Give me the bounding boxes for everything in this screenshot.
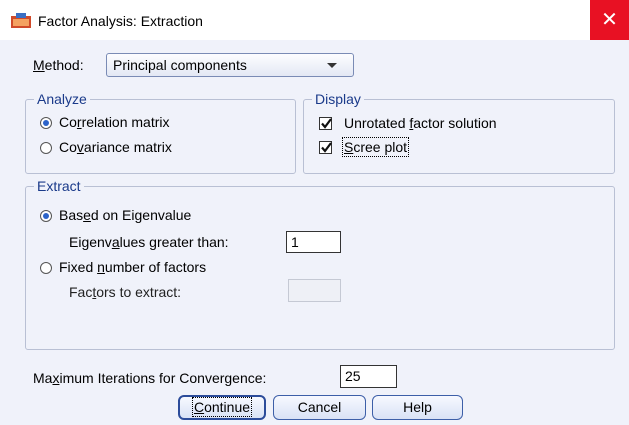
method-label: Method: [33, 57, 84, 73]
display-group: Display [303, 91, 615, 174]
eigenvalue-input[interactable]: 1 [286, 231, 341, 253]
extract-legend: Extract [34, 178, 84, 194]
spss-dialog-icon [11, 13, 31, 28]
factors-to-extract-label: Factors to extract: [69, 284, 182, 300]
chevron-down-icon [327, 63, 337, 68]
analyze-legend: Analyze [34, 91, 90, 107]
analyze-group: Analyze [25, 91, 296, 174]
based-on-eigenvalue-label: Based on Eigenvalue [59, 207, 192, 223]
covariance-matrix-label: Covariance matrix [59, 139, 172, 155]
radio-selected-icon[interactable] [40, 210, 52, 222]
unrotated-factor-label: Unrotated factor solution [344, 115, 497, 131]
title-bar: Factor Analysis: Extraction ✕ [0, 0, 629, 40]
help-button[interactable]: Help [372, 395, 463, 420]
radio-selected-icon[interactable] [40, 117, 52, 129]
max-iterations-label: Maximum Iterations for Convergence: [33, 370, 267, 386]
window-title: Factor Analysis: Extraction [38, 13, 203, 29]
continue-button-label: Continue [191, 397, 253, 417]
checkbox-checked-icon[interactable] [319, 117, 332, 130]
correlation-matrix-label: Correlation matrix [59, 114, 170, 130]
fixed-number-of-factors-label: Fixed number of factors [59, 259, 207, 275]
factors-to-extract-input[interactable] [288, 279, 341, 302]
close-button[interactable]: ✕ [590, 0, 629, 40]
display-legend: Display [312, 91, 364, 107]
checkbox-checked-icon[interactable] [319, 141, 332, 154]
eigenvalues-greater-than-label: Eigenvalues greater than: [69, 234, 229, 250]
method-selected-value: Principal components [113, 57, 247, 73]
continue-button[interactable]: Continue [178, 395, 266, 420]
cancel-button[interactable]: Cancel [273, 395, 366, 420]
radio-unselected-icon[interactable] [40, 142, 52, 154]
dialog-body: Method: Principal components Analyze Cor… [0, 40, 629, 425]
radio-unselected-icon[interactable] [40, 262, 52, 274]
max-iterations-input[interactable]: 25 [340, 365, 397, 388]
close-icon: ✕ [601, 9, 618, 31]
scree-plot-label: Scree plot [341, 137, 410, 157]
method-dropdown[interactable]: Principal components [106, 53, 354, 77]
